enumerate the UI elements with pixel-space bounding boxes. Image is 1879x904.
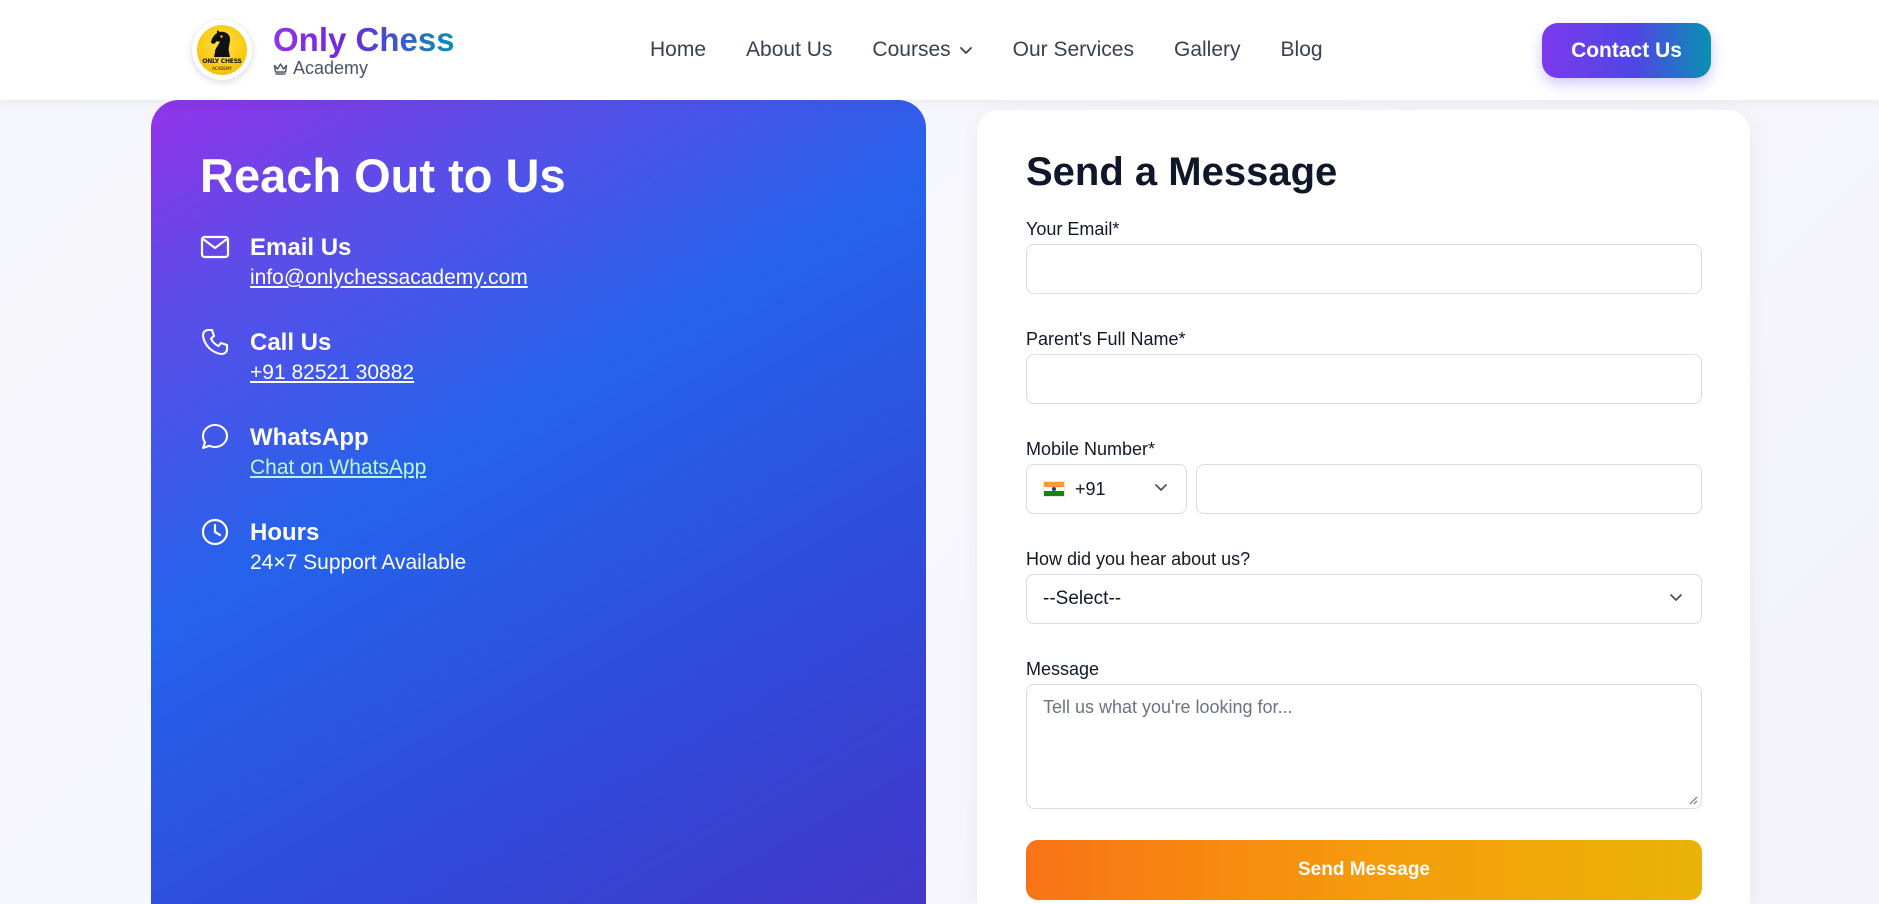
chevron-down-icon	[959, 46, 972, 54]
main-nav: Home About Us Courses Our Services Galle…	[650, 30, 1323, 70]
chevron-down-icon	[1155, 484, 1167, 491]
send-message-button[interactable]: Send Message	[1026, 840, 1702, 900]
brand-subtitle: Academy	[273, 57, 368, 79]
india-flag-icon	[1043, 481, 1065, 497]
message-form-card: Send a Message Your Email* Parent's Full…	[977, 110, 1750, 904]
message-placeholder: Tell us what you're looking for...	[1043, 697, 1293, 717]
logo[interactable]: ONLY CHESS ACADEMY	[192, 20, 252, 80]
clock-icon	[201, 518, 229, 546]
mobile-label: Mobile Number*	[1026, 439, 1156, 459]
message-textarea[interactable]: Tell us what you're looking for...	[1026, 684, 1702, 809]
site-header: ONLY CHESS ACADEMY Only Chess Academy Ho…	[0, 0, 1879, 100]
nav-courses[interactable]: Courses	[872, 38, 972, 62]
crown-icon	[273, 62, 288, 75]
email-link[interactable]: info@onlychessacademy.com	[250, 264, 528, 292]
parent-name-label: Parent's Full Name*	[1026, 329, 1186, 349]
nav-about-us[interactable]: About Us	[746, 38, 832, 62]
hours-title: Hours	[250, 519, 320, 546]
nav-blog[interactable]: Blog	[1281, 38, 1323, 62]
knight-logo-icon: ONLY CHESS ACADEMY	[197, 25, 247, 75]
hours-value: 24×7 Support Available	[250, 551, 467, 574]
email-title: Email Us	[250, 234, 352, 261]
chat-bubble-icon	[201, 423, 229, 450]
reach-title: Reach Out to Us	[200, 149, 566, 202]
contact-us-button[interactable]: Contact Us	[1542, 23, 1711, 78]
message-label: Message	[1026, 659, 1100, 679]
mobile-number-field[interactable]	[1196, 464, 1702, 514]
brand-subtitle-text: Academy	[293, 57, 369, 78]
nav-home[interactable]: Home	[650, 38, 706, 62]
contact-whatsapp: WhatsApp Chat on WhatsApp	[200, 422, 900, 492]
phone-link[interactable]: +91 82521 30882	[250, 359, 414, 387]
reach-out-card: Reach Out to Us Email Us info@onlychessa…	[151, 100, 926, 904]
contact-email: Email Us info@onlychessacademy.com	[200, 232, 900, 302]
country-code-value: +91	[1075, 478, 1106, 499]
mail-icon	[200, 235, 230, 259]
chevron-down-icon	[1670, 594, 1682, 601]
country-code-select[interactable]: +91	[1026, 464, 1187, 514]
email-label: Your Email*	[1026, 219, 1120, 239]
email-field[interactable]	[1026, 244, 1702, 294]
parent-name-field[interactable]	[1026, 354, 1702, 404]
phone-icon	[201, 328, 229, 356]
whatsapp-title: WhatsApp	[250, 424, 369, 451]
source-label: How did you hear about us?	[1026, 549, 1251, 569]
form-title: Send a Message	[1026, 150, 1338, 194]
call-title: Call Us	[250, 329, 332, 356]
brand-title[interactable]: Only Chess	[273, 21, 455, 59]
source-select[interactable]: --Select--	[1026, 574, 1702, 624]
whatsapp-link[interactable]: Chat on WhatsApp	[250, 454, 426, 482]
contact-hours: Hours 24×7 Support Available	[200, 517, 900, 587]
resize-grip-icon[interactable]	[1688, 795, 1698, 805]
nav-our-services[interactable]: Our Services	[1013, 38, 1134, 62]
source-selected-value: --Select--	[1043, 588, 1122, 609]
contact-phone: Call Us +91 82521 30882	[200, 327, 900, 397]
nav-gallery[interactable]: Gallery	[1174, 38, 1241, 62]
